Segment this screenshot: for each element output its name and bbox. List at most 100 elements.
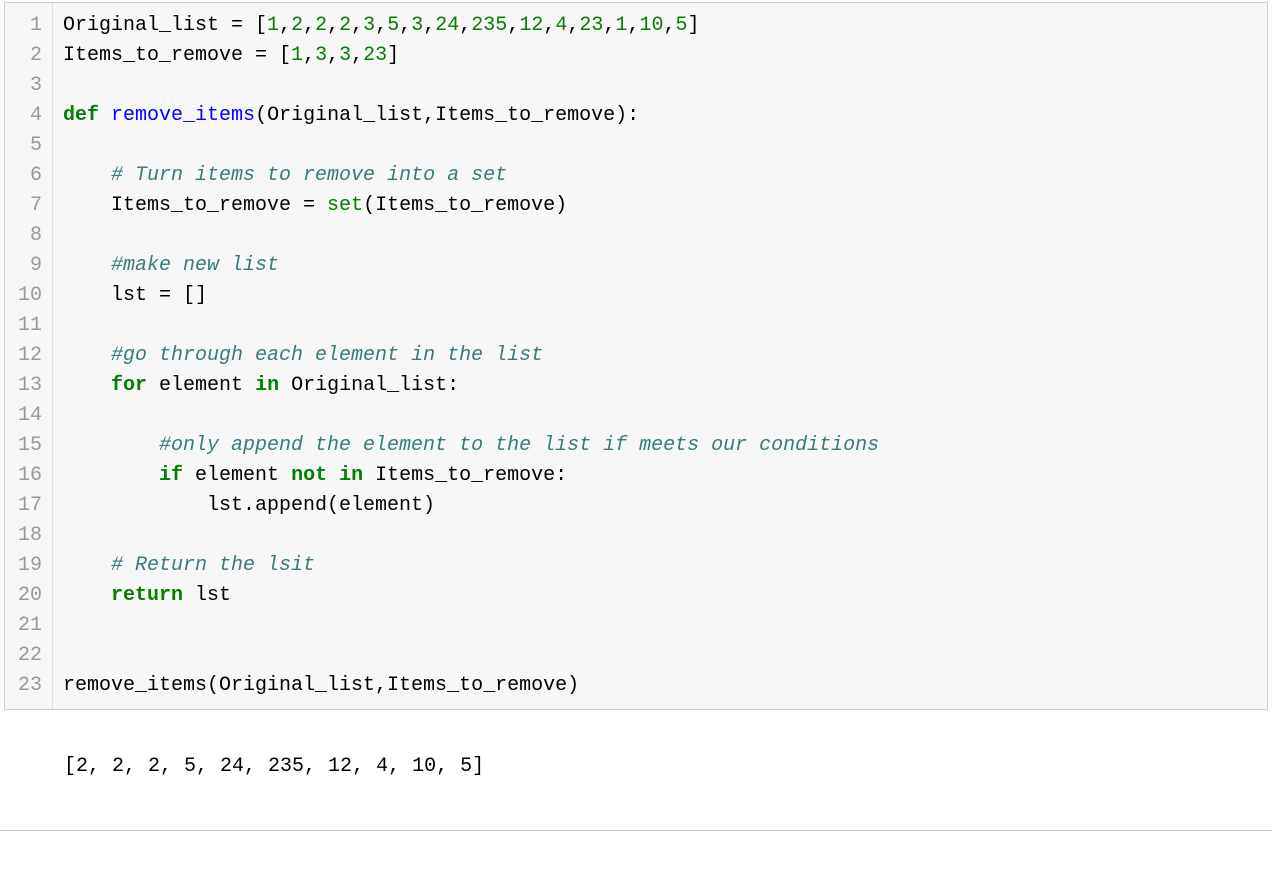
code-token[interactable]: ]	[688, 14, 700, 37]
code-token[interactable]: #make new list	[111, 254, 279, 277]
code-line[interactable]: #make new list	[63, 251, 1257, 281]
code-line[interactable]: for element in Original_list:	[63, 371, 1257, 401]
line-number: 12	[13, 341, 42, 371]
code-token[interactable]: ,	[663, 14, 675, 37]
code-token[interactable]: ,	[627, 14, 639, 37]
code-token[interactable]: 5	[387, 14, 399, 37]
code-token[interactable]: ,	[423, 14, 435, 37]
code-line[interactable]	[63, 611, 1257, 641]
code-token[interactable]	[63, 254, 111, 277]
code-token[interactable]: (Original_list,Items_to_remove):	[255, 104, 639, 127]
code-line[interactable]	[63, 131, 1257, 161]
code-line[interactable]: if element not in Items_to_remove:	[63, 461, 1257, 491]
code-token[interactable]: return	[111, 584, 183, 607]
code-token[interactable]: 235	[471, 14, 507, 37]
code-line[interactable]: #only append the element to the list if …	[63, 431, 1257, 461]
code-token[interactable]: 23	[363, 44, 387, 67]
code-token[interactable]: 5	[675, 14, 687, 37]
code-line[interactable]	[63, 401, 1257, 431]
code-token[interactable]: ,	[327, 14, 339, 37]
code-token[interactable]: Original_list = [	[63, 14, 267, 37]
code-token[interactable]: remove_items(Original_list,Items_to_remo…	[63, 674, 579, 697]
code-line[interactable]	[63, 221, 1257, 251]
code-token[interactable]: lst.append(element)	[63, 494, 435, 517]
code-line[interactable]: Original_list = [1,2,2,2,3,5,3,24,235,12…	[63, 11, 1257, 41]
code-token[interactable]: 4	[555, 14, 567, 37]
code-token[interactable]: ,	[327, 44, 339, 67]
code-token[interactable]: 3	[315, 44, 327, 67]
code-token[interactable]: ,	[543, 14, 555, 37]
code-token[interactable]: 12	[519, 14, 543, 37]
code-token[interactable]: # Return the lsit	[111, 554, 315, 577]
code-line[interactable]	[63, 71, 1257, 101]
code-line[interactable]: return lst	[63, 581, 1257, 611]
code-token[interactable]: ,	[351, 44, 363, 67]
code-token[interactable]: in	[255, 374, 279, 397]
code-token[interactable]: ,	[507, 14, 519, 37]
code-line[interactable]	[63, 521, 1257, 551]
code-token[interactable]: if	[159, 464, 183, 487]
code-token[interactable]: def	[63, 104, 99, 127]
code-line[interactable]: # Return the lsit	[63, 551, 1257, 581]
code-token[interactable]: ,	[375, 14, 387, 37]
code-token[interactable]: ,	[303, 44, 315, 67]
code-token[interactable]: #only append the element to the list if …	[159, 434, 879, 457]
code-token[interactable]: ,	[399, 14, 411, 37]
code-token[interactable]: # Turn items to remove into a set	[111, 164, 507, 187]
code-token[interactable]: element	[183, 464, 291, 487]
code-token[interactable]: 3	[339, 44, 351, 67]
code-token[interactable]: ,	[567, 14, 579, 37]
code-token[interactable]: lst	[183, 584, 231, 607]
code-token[interactable]: 24	[435, 14, 459, 37]
code-token[interactable]	[63, 434, 159, 457]
code-token[interactable]: for	[111, 374, 147, 397]
code-line[interactable]: Items_to_remove = [1,3,3,23]	[63, 41, 1257, 71]
code-token[interactable]	[327, 464, 339, 487]
code-token[interactable]: ,	[351, 14, 363, 37]
code-token[interactable]: (Items_to_remove)	[363, 194, 567, 217]
code-token[interactable]: set	[327, 194, 363, 217]
code-token[interactable]: Items_to_remove =	[63, 194, 327, 217]
code-token[interactable]	[99, 104, 111, 127]
code-token[interactable]: ,	[603, 14, 615, 37]
code-line[interactable]: lst.append(element)	[63, 491, 1257, 521]
code-token[interactable]	[63, 374, 111, 397]
code-token[interactable]: Original_list:	[279, 374, 459, 397]
code-token[interactable]: ,	[303, 14, 315, 37]
code-token[interactable]: 2	[315, 14, 327, 37]
code-editor[interactable]: Original_list = [1,2,2,2,3,5,3,24,235,12…	[53, 3, 1267, 709]
code-line[interactable]: #go through each element in the list	[63, 341, 1257, 371]
code-token[interactable]: 1	[267, 14, 279, 37]
code-line[interactable]: lst = []	[63, 281, 1257, 311]
code-token[interactable]	[63, 554, 111, 577]
code-token[interactable]	[63, 584, 111, 607]
code-token[interactable]: not	[291, 464, 327, 487]
code-token[interactable]: lst = []	[63, 284, 207, 307]
code-token[interactable]: 23	[579, 14, 603, 37]
code-token[interactable]: 2	[291, 14, 303, 37]
code-token[interactable]	[63, 344, 111, 367]
code-token[interactable]: ]	[387, 44, 399, 67]
code-token[interactable]: ,	[459, 14, 471, 37]
code-token[interactable]: 1	[291, 44, 303, 67]
code-line[interactable]: Items_to_remove = set(Items_to_remove)	[63, 191, 1257, 221]
code-line[interactable]	[63, 641, 1257, 671]
code-line[interactable]: # Turn items to remove into a set	[63, 161, 1257, 191]
code-token[interactable]	[63, 464, 159, 487]
code-token[interactable]: element	[147, 374, 255, 397]
code-token[interactable]: remove_items	[111, 104, 255, 127]
code-line[interactable]	[63, 311, 1257, 341]
code-line[interactable]: def remove_items(Original_list,Items_to_…	[63, 101, 1257, 131]
code-token[interactable]: ,	[279, 14, 291, 37]
code-token[interactable]: Items_to_remove = [	[63, 44, 291, 67]
code-token[interactable]: 10	[639, 14, 663, 37]
code-token[interactable]	[63, 164, 111, 187]
code-token[interactable]: 3	[363, 14, 375, 37]
code-token[interactable]: 1	[615, 14, 627, 37]
code-token[interactable]: #go through each element in the list	[111, 344, 543, 367]
code-token[interactable]: 2	[339, 14, 351, 37]
code-line[interactable]: remove_items(Original_list,Items_to_remo…	[63, 671, 1257, 701]
code-token[interactable]: Items_to_remove:	[363, 464, 567, 487]
code-token[interactable]: 3	[411, 14, 423, 37]
code-token[interactable]: in	[339, 464, 363, 487]
